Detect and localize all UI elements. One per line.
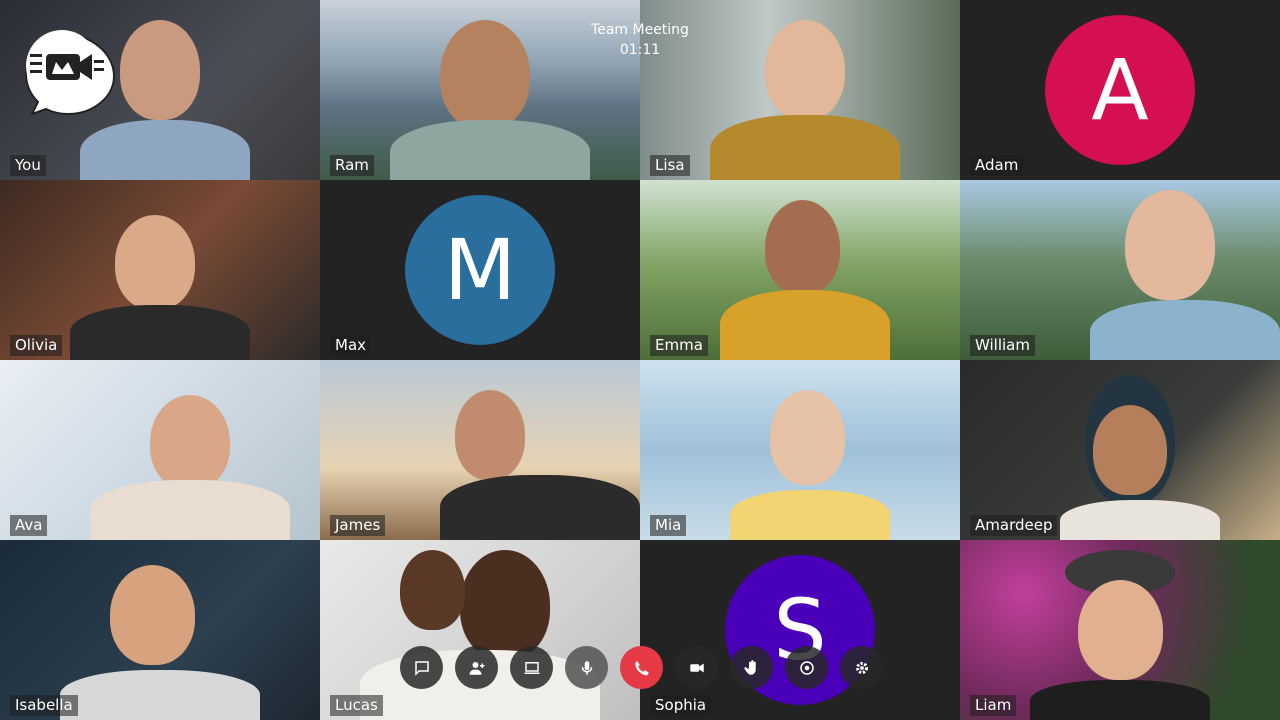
participant-tile-liam[interactable]: Liam	[960, 540, 1280, 720]
participant-tile-ava[interactable]: Ava	[0, 360, 320, 540]
participant-tile-mia[interactable]: Mia	[640, 360, 960, 540]
participant-name-label: Max	[330, 335, 372, 356]
microphone-button[interactable]	[565, 646, 608, 689]
record-button[interactable]	[785, 646, 828, 689]
participant-tile-adam[interactable]: A Adam	[960, 0, 1280, 180]
app-logo-icon	[24, 30, 116, 116]
person-face	[110, 565, 195, 665]
person-face	[1078, 580, 1163, 680]
participant-name-label: Amardeep	[970, 515, 1058, 536]
person-face	[455, 390, 525, 480]
video-grid: You Ram Lisa A Adam Olivia M Max Emma Wi…	[0, 0, 1280, 720]
person-face	[770, 390, 845, 485]
participant-tile-olivia[interactable]: Olivia	[0, 180, 320, 360]
screen-share-icon	[524, 661, 539, 674]
person-face	[1093, 405, 1167, 495]
person-face	[460, 550, 550, 660]
person-face	[440, 20, 530, 130]
participant-tile-sophia[interactable]: S Sophia	[640, 540, 960, 720]
call-controls-bar	[400, 646, 883, 689]
person-body	[720, 290, 890, 360]
participant-name-label: Lucas	[330, 695, 383, 716]
add-participant-icon	[469, 661, 484, 675]
person-body	[1060, 500, 1220, 540]
participant-name-label: Isabella	[10, 695, 78, 716]
raise-hand-button[interactable]	[730, 646, 773, 689]
settings-button[interactable]	[840, 646, 883, 689]
person-face	[1125, 190, 1215, 300]
participant-tile-max[interactable]: M Max	[320, 180, 640, 360]
person-body	[80, 120, 250, 180]
participant-name-label: James	[330, 515, 386, 536]
settings-icon	[855, 661, 868, 674]
person-body	[1030, 680, 1210, 720]
participant-name-label: Ram	[330, 155, 374, 176]
participant-tile-amardeep[interactable]: Amardeep	[960, 360, 1280, 540]
person-face	[765, 200, 840, 295]
person-body	[1090, 300, 1280, 360]
participant-name-label: Ava	[10, 515, 48, 536]
chat-button[interactable]	[400, 646, 443, 689]
person-body	[90, 480, 290, 540]
participant-tile-lucas[interactable]: Lucas	[320, 540, 640, 720]
chat-icon	[414, 660, 429, 676]
microphone-icon	[581, 660, 592, 675]
screen-share-button[interactable]	[510, 646, 553, 689]
record-icon	[799, 660, 814, 675]
child-face	[400, 550, 465, 630]
participant-tile-james[interactable]: James	[320, 360, 640, 540]
participant-name-label: Lisa	[650, 155, 690, 176]
person-body	[390, 120, 590, 180]
participant-name-label: Emma	[650, 335, 708, 356]
avatar: M	[405, 195, 555, 345]
person-body	[440, 475, 640, 540]
end-call-button[interactable]	[620, 646, 663, 689]
participant-name-label: Adam	[970, 155, 1024, 176]
person-face	[120, 20, 200, 120]
person-face	[115, 215, 195, 310]
person-body	[60, 670, 260, 720]
camera-icon	[689, 663, 704, 672]
avatar: A	[1045, 15, 1195, 165]
participant-tile-isabella[interactable]: Isabella	[0, 540, 320, 720]
person-body	[710, 115, 900, 180]
participant-name-label: Olivia	[10, 335, 63, 356]
person-body	[70, 305, 250, 360]
person-body	[730, 490, 890, 540]
participant-tile-william[interactable]: William	[960, 180, 1280, 360]
participant-name-label: Liam	[970, 695, 1017, 716]
meeting-title: Team Meeting	[591, 22, 689, 38]
participant-name-label: Mia	[650, 515, 687, 536]
participant-name-label: Sophia	[650, 695, 712, 716]
person-face	[765, 20, 845, 120]
participant-name-label: William	[970, 335, 1035, 356]
participant-name-label: You	[10, 155, 46, 176]
participant-tile-emma[interactable]: Emma	[640, 180, 960, 360]
person-face	[150, 395, 230, 490]
meeting-info: Team Meeting 01:11	[560, 20, 720, 60]
camera-button[interactable]	[675, 646, 718, 689]
meeting-timer: 01:11	[619, 42, 661, 58]
raise-hand-icon	[743, 659, 756, 675]
add-participant-button[interactable]	[455, 646, 498, 689]
end-call-icon	[634, 660, 649, 675]
